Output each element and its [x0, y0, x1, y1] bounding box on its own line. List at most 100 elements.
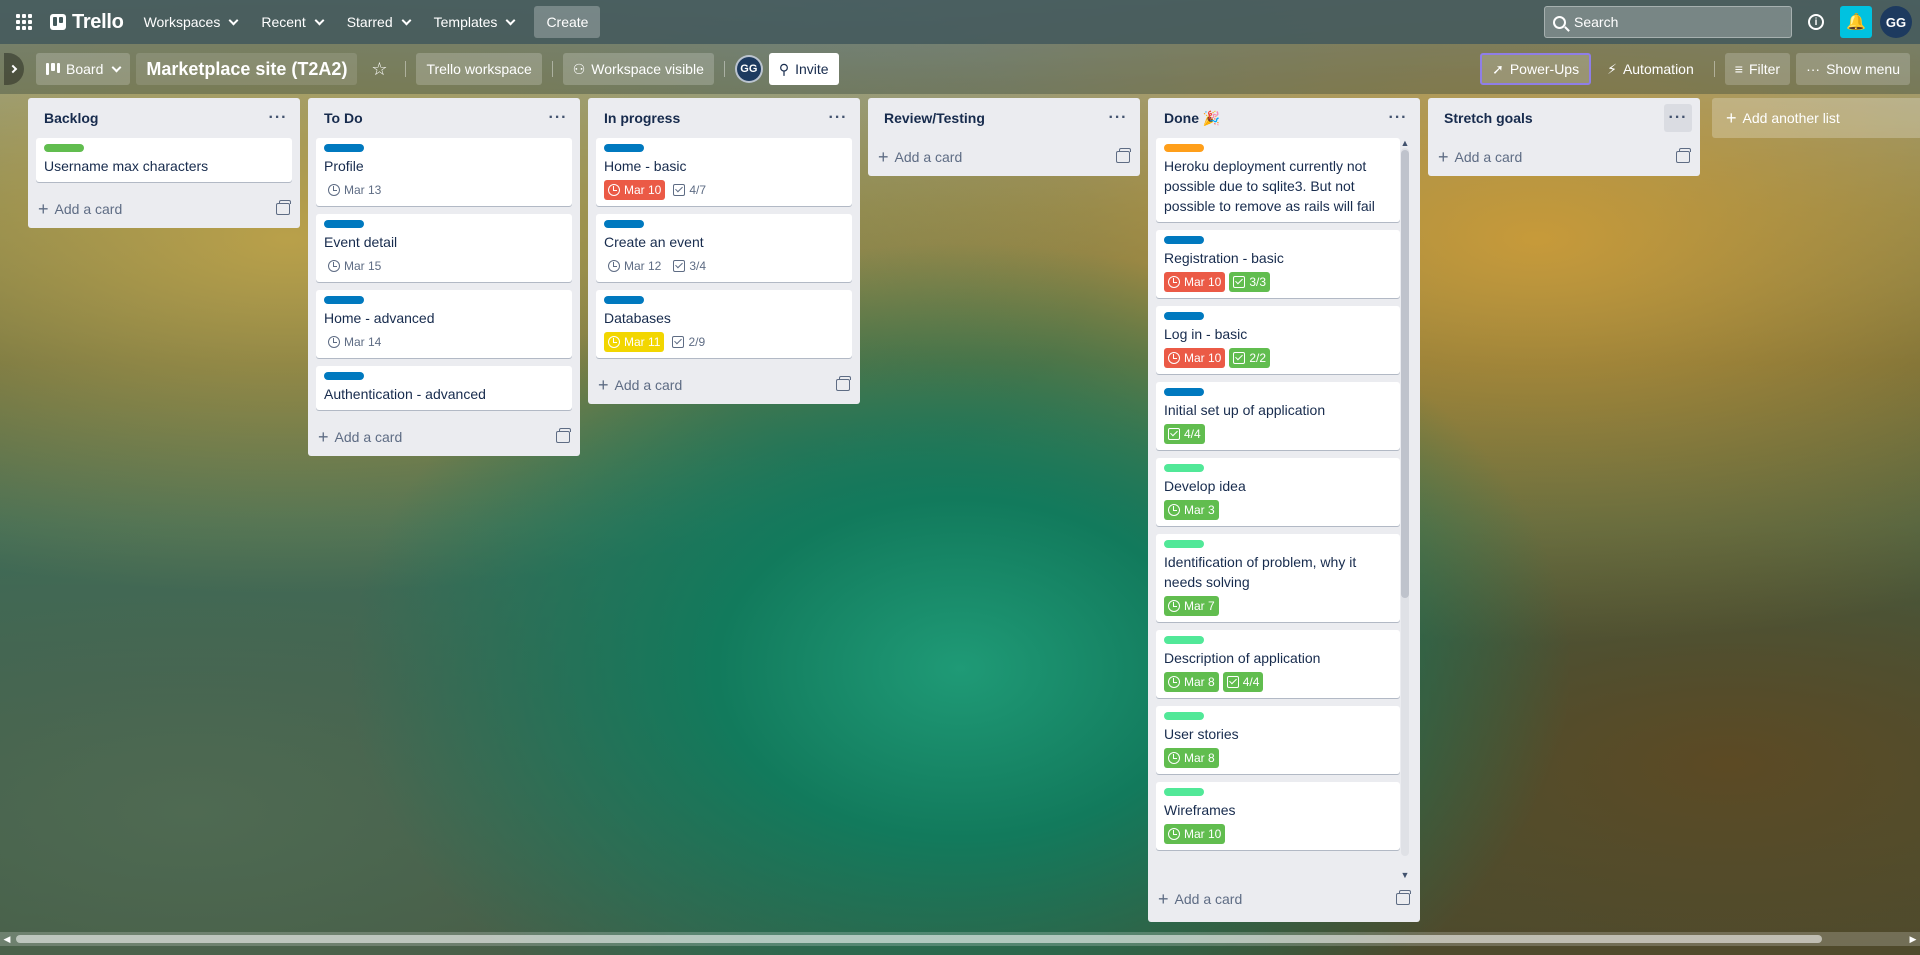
notifications-button[interactable]: 🔔 — [1840, 6, 1872, 38]
nav-starred[interactable]: Starred — [337, 6, 420, 38]
list-title[interactable]: In progress — [604, 110, 680, 126]
nav-recent[interactable]: Recent — [251, 6, 332, 38]
search-box[interactable] — [1544, 6, 1792, 38]
card[interactable]: User stories Mar 8 — [1156, 706, 1400, 774]
create-from-template-icon[interactable] — [1116, 148, 1131, 163]
card[interactable]: Heroku deployment currently not possible… — [1156, 138, 1400, 222]
list-title[interactable]: Done 🎉 — [1164, 110, 1220, 127]
card[interactable]: Home - basic Mar 10 4/7 — [596, 138, 852, 206]
card[interactable]: Home - advanced Mar 14 — [316, 290, 572, 358]
card[interactable]: Event detail Mar 15 — [316, 214, 572, 282]
list-menu-icon[interactable]: ··· — [824, 104, 852, 132]
due-date-badge[interactable]: Mar 10 — [1164, 824, 1226, 844]
card[interactable]: Identification of problem, why it needs … — [1156, 534, 1400, 622]
due-date-badge[interactable]: Mar 15 — [324, 256, 385, 276]
card-label[interactable] — [1164, 712, 1204, 720]
star-board-icon[interactable]: ☆ — [363, 53, 395, 85]
card-label[interactable] — [1164, 312, 1204, 320]
due-date-badge[interactable]: Mar 7 — [1164, 596, 1219, 616]
scroll-left-arrow-icon[interactable]: ◀ — [0, 932, 14, 946]
card[interactable]: Create an event Mar 12 3/4 — [596, 214, 852, 282]
due-date-badge[interactable]: Mar 8 — [1164, 748, 1219, 768]
scroll-right-arrow-icon[interactable]: ▶ — [1906, 932, 1920, 946]
card[interactable]: Description of application Mar 8 4/4 — [1156, 630, 1400, 698]
card-label[interactable] — [604, 296, 644, 304]
filter-button[interactable]: ≡ Filter — [1724, 53, 1791, 85]
card-label[interactable] — [1164, 236, 1204, 244]
card-label[interactable] — [1164, 388, 1204, 396]
create-from-template-icon[interactable] — [836, 376, 851, 391]
list-header[interactable]: Review/Testing ··· — [868, 98, 1140, 138]
add-card-button[interactable]: + Add a card — [1158, 890, 1242, 908]
card[interactable]: Username max characters — [36, 138, 292, 182]
card-label[interactable] — [604, 144, 644, 152]
apps-grid-icon[interactable] — [8, 6, 40, 38]
add-list-button[interactable]: + Add another list — [1712, 98, 1920, 138]
card[interactable]: Log in - basic Mar 10 2/2 — [1156, 306, 1400, 374]
list-header[interactable]: Done 🎉 ··· — [1148, 98, 1420, 138]
list-header[interactable]: To Do ··· — [308, 98, 580, 138]
nav-templates[interactable]: Templates — [424, 6, 525, 38]
add-card-button[interactable]: + Add a card — [878, 148, 962, 166]
card[interactable]: Wireframes Mar 10 — [1156, 782, 1400, 850]
create-from-template-icon[interactable] — [556, 428, 571, 443]
card-label[interactable] — [44, 144, 84, 152]
visibility-button[interactable]: ⚇ Workspace visible — [562, 53, 714, 85]
card-label[interactable] — [324, 220, 364, 228]
search-input[interactable] — [1574, 14, 1764, 30]
invite-button[interactable]: ⚲ Invite — [768, 53, 839, 85]
automation-button[interactable]: ⚡ Automation — [1597, 53, 1704, 85]
card-label[interactable] — [324, 296, 364, 304]
card-label[interactable] — [324, 144, 364, 152]
card-label[interactable] — [604, 220, 644, 228]
card-label[interactable] — [1164, 464, 1204, 472]
list-menu-icon[interactable]: ··· — [544, 104, 572, 132]
card[interactable]: Develop idea Mar 3 — [1156, 458, 1400, 526]
show-menu-button[interactable]: ··· Show menu — [1796, 53, 1910, 85]
list-header[interactable]: In progress ··· — [588, 98, 860, 138]
list-title[interactable]: Backlog — [44, 110, 98, 126]
list-header[interactable]: Backlog ··· — [28, 98, 300, 138]
info-button[interactable]: i — [1800, 6, 1832, 38]
workspace-button[interactable]: Trello workspace — [416, 53, 542, 85]
list-menu-icon[interactable]: ··· — [1384, 104, 1412, 132]
list-header[interactable]: Stretch goals ··· — [1428, 98, 1700, 138]
done-list-scrollbar[interactable] — [1399, 136, 1409, 876]
list-menu-icon[interactable]: ··· — [1104, 104, 1132, 132]
due-date-badge[interactable]: Mar 12 — [604, 256, 665, 276]
due-date-badge[interactable]: Mar 3 — [1164, 500, 1219, 520]
add-card-button[interactable]: + Add a card — [1438, 148, 1522, 166]
list-title[interactable]: Review/Testing — [884, 110, 985, 126]
add-card-button[interactable]: + Add a card — [318, 428, 402, 446]
due-date-badge[interactable]: Mar 14 — [324, 332, 385, 352]
list-title[interactable]: To Do — [324, 110, 363, 126]
scrollbar-thumb[interactable] — [16, 935, 1822, 943]
board-view-switcher[interactable]: Board — [36, 53, 131, 85]
due-date-badge[interactable]: Mar 8 — [1164, 672, 1219, 692]
add-card-button[interactable]: + Add a card — [598, 376, 682, 394]
list-menu-icon[interactable]: ··· — [264, 104, 292, 132]
card[interactable]: Profile Mar 13 — [316, 138, 572, 206]
card[interactable]: Databases Mar 11 2/9 — [596, 290, 852, 358]
trello-logo[interactable]: Trello — [44, 6, 130, 38]
list-title[interactable]: Stretch goals — [1444, 110, 1533, 126]
create-from-template-icon[interactable] — [276, 200, 291, 215]
member-avatar[interactable]: GG — [734, 55, 763, 83]
due-date-badge[interactable]: Mar 13 — [324, 180, 385, 200]
board-horizontal-scrollbar[interactable]: ◀ ▶ — [0, 932, 1920, 946]
card-label[interactable] — [1164, 636, 1204, 644]
card-label[interactable] — [1164, 788, 1204, 796]
due-date-badge[interactable]: Mar 10 — [1164, 272, 1226, 292]
scroll-down-arrow-icon[interactable]: ▼ — [1400, 870, 1410, 880]
card[interactable]: Authentication - advanced — [316, 366, 572, 410]
due-date-badge[interactable]: Mar 10 — [604, 180, 666, 200]
create-from-template-icon[interactable] — [1676, 148, 1691, 163]
card-label[interactable] — [1164, 144, 1204, 152]
card-label[interactable] — [324, 372, 364, 380]
card-label[interactable] — [1164, 540, 1204, 548]
card[interactable]: Initial set up of application 4/4 — [1156, 382, 1400, 450]
account-avatar[interactable]: GG — [1880, 6, 1912, 38]
list-menu-icon[interactable]: ··· — [1664, 104, 1692, 132]
sidebar-expand-button[interactable] — [4, 53, 24, 85]
add-card-button[interactable]: + Add a card — [38, 200, 122, 218]
